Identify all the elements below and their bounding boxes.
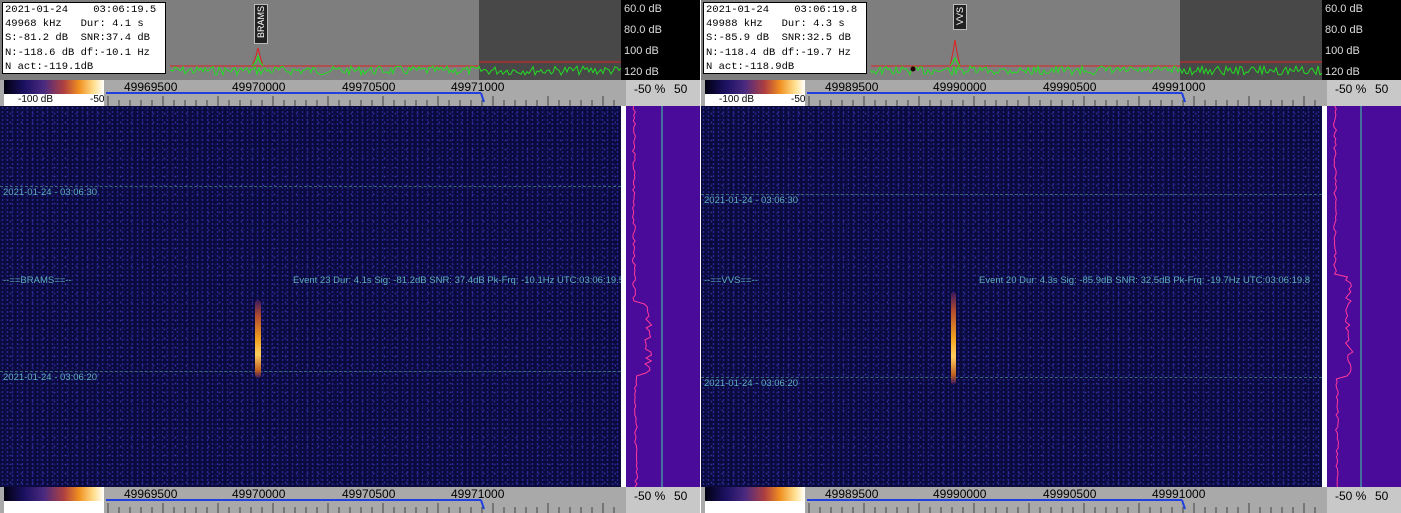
top-scale-bar: -100 dB -50 49989500 49990000 49990500 4…	[701, 80, 1401, 106]
colorbar	[705, 80, 805, 94]
colorbar	[705, 487, 805, 501]
freq-tick-label: 49991000	[1152, 487, 1206, 501]
station-callout: VVS	[953, 4, 967, 30]
meteor-echo	[951, 292, 956, 384]
waterfall-display[interactable]: 2021-01-24 - 03:06:30 2021-01-24 - 03:06…	[0, 106, 621, 487]
meteor-echo	[255, 300, 261, 378]
freq-tick-label: 49990000	[933, 487, 987, 501]
top-scale-bar: -100 dB -50 49969500 49970000 49970500 4…	[0, 80, 700, 106]
freq-tick-label: 49990000	[933, 80, 987, 94]
spectrogram-panel-left: 60.0 dB 80.0 dB 100 dB 120 dB BRAMS 2021…	[0, 0, 700, 513]
db-label: 80.0 dB	[1325, 24, 1363, 36]
frequency-axis: 49969500 49970000 49970500 49971000	[106, 80, 621, 106]
spectrogram-panel-right: 60.0 dB 80.0 dB 100 dB 120 dB VVS 2021-0…	[701, 0, 1401, 513]
db-label: 120 dB	[624, 66, 659, 78]
event-label: Event 23 Dur: 4.1s Sig: -81.2dB SNR: 37.…	[293, 275, 621, 286]
spectrum-plot: 60.0 dB 80.0 dB 100 dB 120 dB VVS 2021-0…	[701, 0, 1401, 80]
freq-tick-label: 49969500	[124, 80, 178, 94]
power-profile	[1327, 106, 1401, 487]
frequency-axis: 49969500 49970000 49970500 49971000	[106, 487, 621, 513]
db-label: 80.0 dB	[624, 24, 662, 36]
timestamp-label: 2021-01-24 - 03:06:30	[704, 195, 799, 206]
db-label: 120 dB	[1325, 66, 1360, 78]
power-profile	[626, 106, 700, 487]
event-label: Event 20 Dur: 4.3s Sig: -85.9dB SNR: 32.…	[979, 275, 1311, 286]
event-info-box: 2021-01-24 03:06:19.8 49988 kHz Dur: 4.3 …	[703, 2, 867, 74]
freq-tick-label: 49991000	[1152, 80, 1206, 94]
timestamp-label: 2021-01-24 - 03:06:20	[3, 372, 98, 383]
freq-tick-label: 49970000	[232, 487, 286, 501]
frequency-axis: 49989500 49990000 49990500 49991000	[807, 80, 1322, 106]
waterfall-display[interactable]: 2021-01-24 - 03:06:30 2021-01-24 - 03:06…	[701, 106, 1322, 487]
percent-axis: -50 % 50	[626, 487, 700, 513]
db-label: 60.0 dB	[624, 3, 662, 15]
percent-axis: -50 % 50	[626, 80, 700, 106]
timestamp-label: 2021-01-24 - 03:06:20	[704, 378, 799, 389]
freq-tick-label: 49970500	[342, 487, 396, 501]
freq-tick-label: 49971000	[451, 80, 505, 94]
freq-tick-label: 49969500	[124, 487, 178, 501]
colorbar-labels: -100 dB -50	[4, 94, 104, 106]
colorbar	[4, 487, 104, 501]
station-tag: --==BRAMS==--	[3, 275, 72, 286]
colorbar-labels: -100 dB -50	[705, 94, 805, 106]
freq-tick-label: 49990500	[1043, 80, 1097, 94]
freq-tick-label: 49971000	[451, 487, 505, 501]
frequency-axis: 49989500 49990000 49990500 49991000	[807, 487, 1322, 513]
db-label: 60.0 dB	[1325, 3, 1363, 15]
station-tag: --==VVS==--	[704, 275, 758, 286]
colorbar	[4, 80, 104, 94]
db-label: 100 dB	[1325, 45, 1360, 57]
freq-tick-label: 49970500	[342, 80, 396, 94]
percent-axis: -50 % 50	[1327, 487, 1401, 513]
spectrum-plot: 60.0 dB 80.0 dB 100 dB 120 dB BRAMS 2021…	[0, 0, 700, 80]
freq-tick-label: 49989500	[825, 487, 879, 501]
db-label: 100 dB	[624, 45, 659, 57]
freq-tick-label: 49990500	[1043, 487, 1097, 501]
percent-axis: -50 % 50	[1327, 80, 1401, 106]
freq-tick-label: 49970000	[232, 80, 286, 94]
station-callout: BRAMS	[254, 4, 268, 44]
event-info-box: 2021-01-24 03:06:19.5 49968 kHz Dur: 4.1 …	[2, 2, 166, 74]
freq-tick-label: 49989500	[825, 80, 879, 94]
timestamp-label: 2021-01-24 - 03:06:30	[3, 187, 98, 198]
bottom-scale-bar: 49969500 49970000 49970500 49971000 -50 …	[0, 487, 700, 513]
bottom-scale-bar: 49989500 49990000 49990500 49991000 -50 …	[701, 487, 1401, 513]
